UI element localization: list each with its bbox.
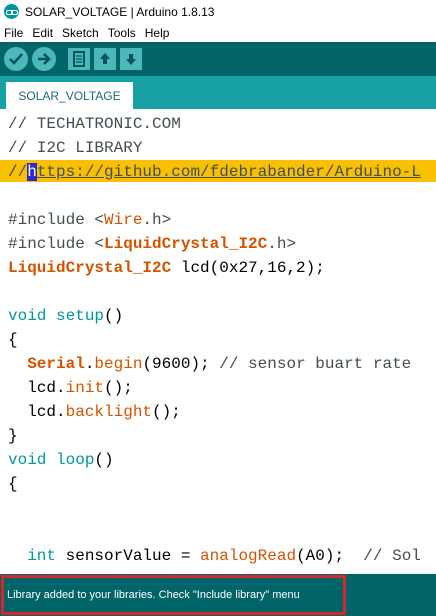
code-line-6: #include <LiquidCrystal_I2C.h> (8, 235, 297, 253)
code-line-10: { (8, 331, 18, 349)
code-line-3: //https://github.com/fdebrabander/Arduin… (8, 160, 421, 184)
toolbar (0, 42, 436, 76)
menu-tools[interactable]: Tools (104, 26, 141, 40)
new-icon (73, 51, 85, 67)
code-line-5: #include <Wire.h> (8, 211, 172, 229)
code-line-9: void setup() (8, 307, 124, 325)
upload-button[interactable] (32, 47, 56, 71)
code-line-7: LiquidCrystal_I2C lcd(0x27,16,2); (8, 259, 325, 277)
save-button[interactable] (120, 48, 142, 70)
text-cursor: h (27, 163, 37, 181)
upload-icon (38, 53, 51, 65)
code-line-1: // TECHATRONIC.COM (8, 115, 181, 133)
menu-sketch[interactable]: Sketch (58, 26, 104, 40)
github-link[interactable]: ttps://github.com/fdebrabander/Arduino-L (37, 163, 421, 181)
verify-button[interactable] (4, 47, 28, 71)
code-line-14: } (8, 427, 18, 445)
status-bar: Library added to your libraries. Check "… (0, 574, 436, 616)
code-line-2: // I2C LIBRARY (8, 139, 143, 157)
code-line-15: void loop() (8, 451, 114, 469)
status-message: Library added to your libraries. Check "… (7, 589, 300, 601)
new-button[interactable] (68, 48, 90, 70)
save-icon (126, 54, 136, 65)
verify-icon (9, 53, 23, 65)
comment-prefix: // (8, 163, 28, 181)
tab-solar-voltage[interactable]: SOLAR_VOLTAGE (6, 82, 133, 109)
code-line-13: lcd.backlight(); (8, 403, 181, 421)
status-highlight-box: Library added to your libraries. Check "… (1, 575, 346, 615)
menu-file[interactable]: File (0, 26, 28, 40)
window-title: SOLAR_VOLTAGE | Arduino 1.8.13 (25, 4, 215, 19)
code-line-19: int sensorValue = analogRead(A0); // Sol (27, 547, 421, 565)
code-line-12: lcd.init(); (8, 379, 133, 397)
code-editor[interactable]: // TECHATRONIC.COM // I2C LIBRARY //http… (0, 109, 436, 574)
tab-bar: SOLAR_VOLTAGE (0, 76, 436, 109)
menu-bar: File Edit Sketch Tools Help (0, 23, 436, 42)
menu-help[interactable]: Help (141, 26, 175, 40)
code-line-16: { (8, 475, 18, 493)
code-line-11: Serial.begin(9600); // sensor buart rate (27, 355, 412, 373)
menu-edit[interactable]: Edit (28, 26, 58, 40)
open-button[interactable] (94, 48, 116, 70)
title-bar: SOLAR_VOLTAGE | Arduino 1.8.13 (0, 0, 436, 23)
open-icon (100, 53, 110, 64)
arduino-logo-icon (4, 4, 19, 19)
